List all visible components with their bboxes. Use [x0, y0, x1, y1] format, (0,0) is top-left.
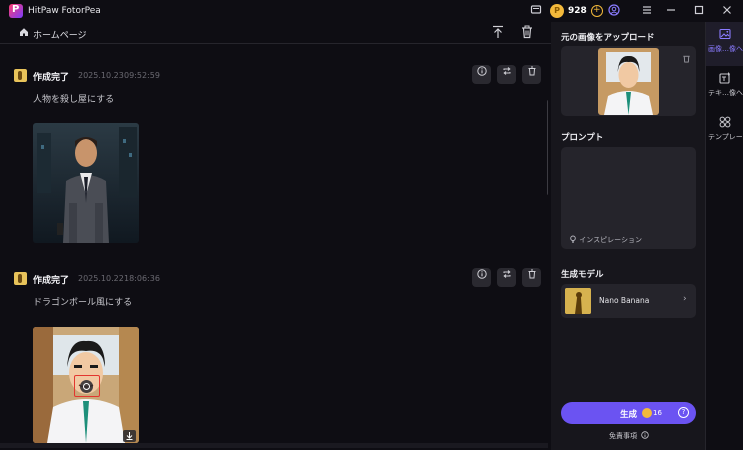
disclaimer-link[interactable]: 免責事項	[609, 431, 649, 441]
delete-all-icon[interactable]	[520, 25, 534, 39]
card-time: 18:06:36	[124, 274, 160, 283]
delete-button[interactable]	[522, 65, 541, 84]
coin-icon: P	[550, 4, 564, 18]
home-icon[interactable]	[19, 27, 29, 37]
menu-icon[interactable]	[640, 4, 654, 18]
scroll-to-top-icon[interactable]	[491, 25, 505, 39]
info-icon	[476, 66, 487, 76]
card-prompt: 人物を殺し屋にする	[33, 95, 115, 105]
card-time: 09:52:59	[124, 71, 160, 80]
coin-icon	[642, 408, 652, 418]
result-image[interactable]	[33, 327, 139, 443]
feed-scrollbar[interactable]	[547, 100, 548, 195]
history-feed[interactable]: 作成完了 2025.10.23 09:52:59 人物を殺し屋にする 作成完了 …	[0, 44, 548, 450]
regenerate-button[interactable]	[497, 65, 516, 84]
card-actions	[472, 65, 541, 84]
card-actions	[472, 268, 541, 287]
screen-icon[interactable]	[529, 4, 543, 18]
inspiration-button[interactable]: インスピレーション	[569, 235, 642, 245]
feed-horizontal-scrollbar[interactable]	[0, 443, 548, 448]
prompt-heading: プロンプト	[561, 133, 604, 143]
chevron-right-icon: ›	[683, 294, 687, 304]
delete-button[interactable]	[522, 268, 541, 287]
rail-item-template[interactable]: テンプレート	[706, 110, 743, 154]
home-link[interactable]: ホームページ	[33, 28, 87, 41]
card-date: 2025.10.23	[78, 71, 124, 80]
uploaded-image	[598, 48, 659, 115]
upload-heading: 元の画像をアップロード	[561, 33, 655, 43]
card-status: 作成完了	[33, 276, 70, 286]
credit-count: 928	[568, 6, 587, 16]
image-to-image-icon	[719, 28, 731, 40]
upload-area[interactable]	[561, 46, 696, 116]
user-account-icon[interactable]	[607, 4, 621, 18]
prompt-input[interactable]: インスピレーション	[561, 147, 696, 249]
model-heading: 生成モデル	[561, 270, 604, 280]
remove-image-icon[interactable]	[681, 54, 691, 64]
zoom-icon[interactable]	[80, 380, 93, 393]
result-badge-icon	[14, 272, 27, 285]
rail-label: テンプレート	[708, 133, 743, 141]
maximize-icon[interactable]	[692, 4, 706, 18]
info-button[interactable]	[472, 268, 491, 287]
template-icon	[719, 116, 731, 128]
result-image[interactable]	[33, 123, 139, 243]
help-icon[interactable]: ?	[678, 407, 689, 418]
regenerate-button[interactable]	[497, 268, 516, 287]
trash-icon	[528, 66, 535, 76]
info-icon	[476, 269, 487, 279]
app-logo-icon	[9, 4, 23, 18]
repeat-icon	[502, 67, 511, 75]
model-name: Nano Banana	[599, 296, 650, 305]
inspiration-label: インスピレーション	[579, 236, 642, 244]
rail-item-text-to-image[interactable]: テキ…像へ	[706, 66, 743, 110]
rail-label: 画像…像へ	[708, 45, 743, 53]
generate-button[interactable]: 生成 16 ?	[561, 402, 696, 424]
rail-item-image-to-image[interactable]: 画像…像へ	[706, 22, 743, 66]
tool-rail: 画像…像へ テキ…像へ テンプレート	[705, 22, 743, 450]
generate-cost: 16	[653, 409, 662, 417]
card-prompt: ドラゴンボール風にする	[33, 298, 133, 308]
text-to-image-icon	[719, 72, 730, 84]
model-selector[interactable]: Nano Banana ›	[561, 284, 696, 318]
disclaimer-label: 免責事項	[609, 432, 637, 440]
rail-label: テキ…像へ	[708, 89, 743, 97]
info-icon	[641, 431, 649, 439]
download-icon[interactable]	[123, 430, 136, 442]
model-thumbnail	[565, 288, 591, 314]
credit-balance[interactable]: P 928 +	[550, 3, 603, 19]
close-icon[interactable]	[720, 4, 734, 18]
card-date: 2025.10.22	[78, 274, 124, 283]
minimize-icon[interactable]	[664, 4, 678, 18]
app-title: HitPaw FotorPea	[28, 6, 101, 16]
generation-panel: 元の画像をアップロード プロンプト インスピレーション 生成モデル Nano B	[551, 22, 705, 450]
repeat-icon	[502, 270, 511, 278]
lightbulb-icon	[570, 235, 576, 243]
result-badge-icon	[14, 69, 27, 82]
trash-icon	[528, 269, 535, 279]
nav-bar: ホームページ	[0, 22, 551, 44]
add-credits-icon[interactable]: +	[590, 5, 603, 17]
generate-label: 生成	[620, 410, 638, 420]
card-status: 作成完了	[33, 73, 70, 83]
info-button[interactable]	[472, 65, 491, 84]
title-bar: HitPaw FotorPea P 928 +	[0, 0, 743, 22]
